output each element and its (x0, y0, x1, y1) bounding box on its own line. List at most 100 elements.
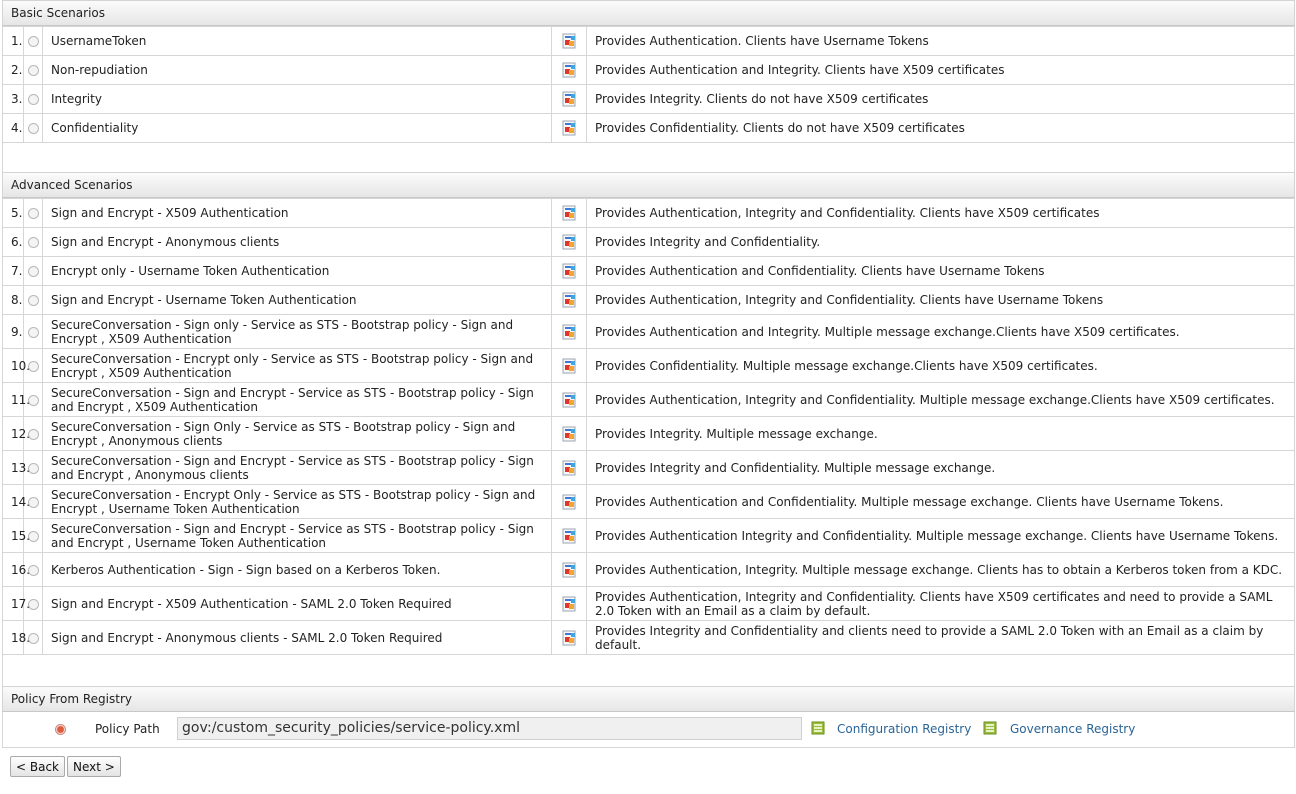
registry-policy-radio[interactable] (55, 724, 66, 735)
scenario-description: Provides Authentication and Confidential… (586, 484, 1295, 519)
policy-view-icon[interactable] (561, 292, 577, 308)
scenario-name: SecureConversation - Sign only - Service… (42, 314, 552, 349)
scenario-description: Provides Authentication, Integrity. Mult… (586, 552, 1295, 587)
policy-path-input[interactable]: gov:/custom_security_policies/service-po… (177, 717, 802, 740)
row-radio-cell (23, 84, 43, 114)
scenario-radio[interactable] (27, 94, 39, 105)
scenario-description: Provides Authentication and Confidential… (586, 256, 1295, 286)
scenario-description: Provides Integrity and Confidentiality. (586, 227, 1295, 257)
policy-view-icon[interactable] (561, 460, 577, 476)
scenario-description: Provides Integrity. Multiple message exc… (586, 416, 1295, 451)
scenario-radio[interactable] (27, 65, 39, 76)
basic-scenarios-header: Basic Scenarios (2, 0, 1295, 26)
policy-view-icon[interactable] (561, 205, 577, 221)
scenario-radio[interactable] (27, 36, 39, 47)
scenario-radio[interactable] (27, 632, 39, 644)
policy-icon-cell (551, 113, 587, 143)
scenario-description: Provides Authentication, Integrity and C… (586, 198, 1295, 228)
policy-view-icon[interactable] (561, 596, 577, 612)
policy-view-icon[interactable] (561, 426, 577, 442)
policy-icon-cell (551, 256, 587, 286)
policy-view-icon[interactable] (561, 358, 577, 374)
policy-view-icon[interactable] (561, 528, 577, 544)
row-number: 18. (2, 620, 30, 655)
scenario-radio[interactable] (27, 530, 39, 542)
scenario-radio[interactable] (27, 598, 39, 610)
table-row: 13. SecureConversation - Sign and Encrypt… (2, 450, 1295, 485)
next-button[interactable]: Next > (67, 756, 121, 777)
scenario-name: Non-repudiation (42, 55, 552, 85)
policy-view-icon[interactable] (561, 120, 577, 136)
row-number: 1. (2, 26, 24, 56)
scenario-name: Sign and Encrypt - Username Token Authen… (42, 285, 552, 315)
scenario-name: SecureConversation - Sign and Encrypt - … (42, 382, 552, 417)
registry-browse-icon[interactable] (983, 721, 997, 735)
row-number: 2. (2, 55, 24, 85)
row-number: 9. (2, 314, 24, 349)
scenario-radio[interactable] (27, 394, 39, 406)
row-radio-cell (23, 227, 43, 257)
row-radio-cell (23, 26, 43, 56)
scenario-radio[interactable] (27, 123, 39, 134)
scenario-description: Provides Integrity and Confidentiality. … (586, 450, 1295, 485)
configuration-registry-link[interactable]: Configuration Registry (837, 722, 971, 736)
policy-icon-cell (551, 198, 587, 228)
scenario-name: Sign and Encrypt - Anonymous clients - S… (42, 620, 552, 655)
scenario-name: Sign and Encrypt - Anonymous clients (42, 227, 552, 257)
scenario-radio[interactable] (27, 360, 39, 372)
policy-view-icon[interactable] (561, 494, 577, 510)
table-row: 9. SecureConversation - Sign only - Servi… (2, 314, 1295, 349)
policy-view-icon[interactable] (561, 392, 577, 408)
row-radio-cell (23, 256, 43, 286)
scenario-radio[interactable] (27, 237, 39, 248)
row-radio-cell (23, 285, 43, 315)
table-row: 17. Sign and Encrypt - X509 Authenticatio… (2, 586, 1295, 621)
table-row: 3. Integrity Provides Integrity. Clients d… (2, 84, 1295, 114)
scenario-name: SecureConversation - Sign and Encrypt - … (42, 450, 552, 485)
row-radio-cell (23, 314, 43, 349)
policy-view-icon[interactable] (561, 324, 577, 340)
section-spacer (2, 655, 1295, 686)
policy-view-icon[interactable] (561, 562, 577, 578)
advanced-scenarios-header: Advanced Scenarios (2, 172, 1295, 198)
policy-view-icon[interactable] (561, 234, 577, 250)
policy-view-icon[interactable] (561, 33, 577, 49)
policy-icon-cell (551, 586, 587, 621)
scenario-radio[interactable] (27, 208, 39, 219)
policy-view-icon[interactable] (561, 630, 577, 646)
policy-icon-cell (551, 620, 587, 655)
registry-browse-icon[interactable] (811, 721, 825, 735)
row-number: 5. (2, 198, 24, 228)
row-radio-cell (23, 198, 43, 228)
policy-view-icon[interactable] (561, 62, 577, 78)
scenario-radio[interactable] (27, 266, 39, 277)
policy-registry-header: Policy From Registry (2, 686, 1295, 712)
scenario-description: Provides Authentication, Integrity and C… (586, 382, 1295, 417)
scenario-radio[interactable] (27, 295, 39, 306)
policy-view-icon[interactable] (561, 263, 577, 279)
scenario-radio[interactable] (27, 462, 39, 474)
scenario-radio[interactable] (27, 564, 39, 576)
table-row: 5. Sign and Encrypt - X509 Authentication… (2, 198, 1295, 228)
scenario-name: SecureConversation - Encrypt Only - Serv… (42, 484, 552, 519)
policy-icon-cell (551, 227, 587, 257)
scenario-radio[interactable] (27, 326, 39, 338)
governance-registry-link[interactable]: Governance Registry (1010, 722, 1135, 736)
policy-icon-cell (551, 518, 587, 553)
scenario-name: Encrypt only - Username Token Authentica… (42, 256, 552, 286)
scenario-name: SecureConversation - Sign Only - Service… (42, 416, 552, 451)
row-number: 17. (2, 586, 30, 621)
scenario-name: UsernameToken (42, 26, 552, 56)
scenario-radio[interactable] (27, 496, 39, 508)
policy-icon-cell (551, 552, 587, 587)
policy-icon-cell (551, 285, 587, 315)
scenario-radio[interactable] (27, 428, 39, 440)
back-button[interactable]: < Back (10, 756, 66, 777)
scenario-description: Provides Authentication Integrity and Co… (586, 518, 1295, 553)
policy-icon-cell (551, 450, 587, 485)
policy-view-icon[interactable] (561, 91, 577, 107)
table-row: 14. SecureConversation - Encrypt Only - S… (2, 484, 1295, 519)
policy-registry-row: Policy Path gov:/custom_security_policie… (2, 712, 1295, 748)
policy-icon-cell (551, 314, 587, 349)
scenario-name: Kerberos Authentication - Sign - Sign ba… (42, 552, 552, 587)
